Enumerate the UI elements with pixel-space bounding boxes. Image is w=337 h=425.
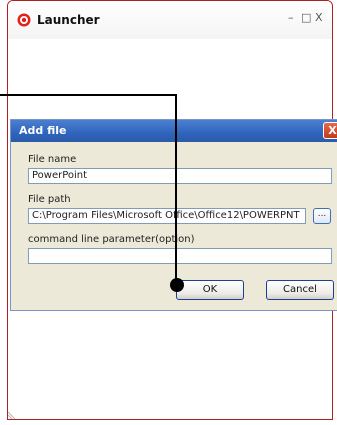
maximize-button[interactable]: □: [301, 11, 311, 25]
launcher-titlebar[interactable]: Launcher – □ X: [8, 1, 332, 39]
launcher-logo-icon: [17, 13, 31, 27]
file-path-field[interactable]: C:\Program Files\Microsoft Office\Office…: [28, 208, 306, 224]
add-file-dialog: Add file X File name PowerPoint File pat…: [10, 119, 337, 311]
resize-grip-icon[interactable]: [8, 409, 18, 419]
browse-button[interactable]: ...: [313, 208, 331, 224]
file-name-field[interactable]: PowerPoint: [28, 168, 332, 184]
command-line-field[interactable]: [28, 248, 332, 264]
close-button[interactable]: X: [315, 11, 323, 25]
dialog-titlebar[interactable]: Add file X: [11, 120, 337, 142]
dialog-close-button[interactable]: X: [323, 122, 337, 139]
file-name-label: File name: [28, 154, 77, 165]
dialog-title: Add file: [19, 124, 67, 137]
ok-button[interactable]: OK: [176, 280, 244, 300]
screen: Launcher – □ X Add file X File name Powe…: [0, 0, 337, 425]
command-line-label: command line parameter(option): [28, 234, 195, 245]
launcher-title: Launcher: [37, 13, 100, 27]
minimize-button[interactable]: –: [288, 11, 294, 25]
file-path-label: File path: [28, 194, 71, 205]
cancel-button[interactable]: Cancel: [266, 280, 334, 300]
